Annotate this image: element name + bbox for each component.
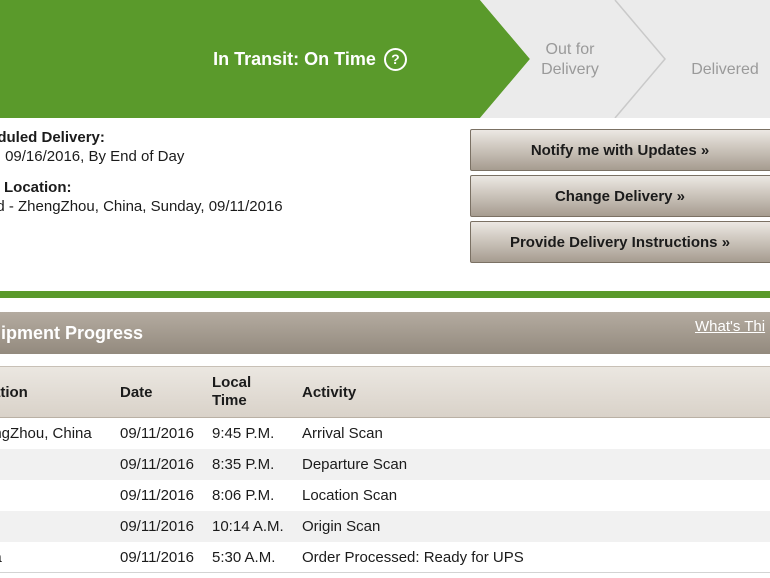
row-date: 09/11/2016 <box>120 549 194 566</box>
status-current-label: In Transit: On Time <box>213 48 376 69</box>
row-activity: Order Processed: Ready for UPS <box>302 549 524 566</box>
status-step-ofd-line1: Out for <box>545 41 595 58</box>
row-time: 5:30 A.M. <box>212 549 276 566</box>
help-icon[interactable]: ? <box>383 47 407 71</box>
table-row: engZhou, China 09/11/2016 9:45 P.M. Arri… <box>0 418 770 449</box>
status-current: In Transit: On Time ? <box>0 0 480 118</box>
row-activity: Departure Scan <box>302 456 408 473</box>
delivery-instructions-button[interactable]: Provide Delivery Instructions » <box>470 221 770 263</box>
notify-updates-button[interactable]: Notify me with Updates » <box>470 129 770 171</box>
row-date: 09/11/2016 <box>120 425 194 442</box>
whats-this-link[interactable]: What's Thi <box>695 318 765 335</box>
row-time: 8:06 P.M. <box>212 487 275 504</box>
row-time: 9:45 P.M. <box>212 425 275 442</box>
column-header-location: ation <box>0 384 28 401</box>
column-header-local-time: Local Time <box>212 374 251 410</box>
column-header-activity: Activity <box>302 384 357 401</box>
last-location-label: Location: <box>4 179 72 196</box>
row-time: 8:35 P.M. <box>212 456 275 473</box>
scheduled-delivery: eduled Delivery: ay, 09/16/2016, By End … <box>0 129 184 165</box>
scheduled-delivery-value: ay, 09/16/2016, By End of Day <box>0 148 185 165</box>
progress-table-header: ation Date Local Time Activity <box>0 366 770 418</box>
tracking-status-bar: In Transit: On Time ? Out for Delivery D… <box>0 0 770 118</box>
row-date: 09/11/2016 <box>120 456 194 473</box>
table-row: 09/11/2016 8:35 P.M. Departure Scan <box>0 449 770 480</box>
table-row: 09/11/2016 10:14 A.M. Origin Scan <box>0 511 770 542</box>
row-location: na <box>0 549 2 566</box>
shipment-progress-header: hipment Progress What's Thi <box>0 312 770 354</box>
status-step-out-for-delivery: Out for Delivery <box>515 40 625 80</box>
table-row: na 09/11/2016 5:30 A.M. Order Processed:… <box>0 542 770 573</box>
section-divider <box>0 291 770 298</box>
column-header-local-time-line2: Time <box>212 392 247 409</box>
row-activity: Location Scan <box>302 487 398 504</box>
column-header-local-time-line1: Local <box>212 374 252 391</box>
row-time: 10:14 A.M. <box>212 518 284 535</box>
row-activity: Arrival Scan <box>302 425 383 442</box>
table-row: 09/11/2016 8:06 P.M. Location Scan <box>0 480 770 511</box>
column-header-date: Date <box>120 384 153 401</box>
row-date: 09/11/2016 <box>120 518 194 535</box>
status-step-delivered: Delivered <box>691 61 759 78</box>
row-activity: Origin Scan <box>302 518 381 535</box>
status-step-ofd-line2: Delivery <box>541 61 599 78</box>
scheduled-delivery-label: eduled Delivery: <box>0 129 105 146</box>
row-location: engZhou, China <box>0 425 92 442</box>
last-location-value: ed - ZhengZhou, China, Sunday, 09/11/201… <box>0 198 283 215</box>
table-bottom-border <box>0 572 770 573</box>
row-date: 09/11/2016 <box>120 487 194 504</box>
change-delivery-button[interactable]: Change Delivery » <box>470 175 770 217</box>
last-location: Location: ed - ZhengZhou, China, Sunday,… <box>0 179 283 215</box>
shipment-progress-title: hipment Progress <box>0 323 144 343</box>
